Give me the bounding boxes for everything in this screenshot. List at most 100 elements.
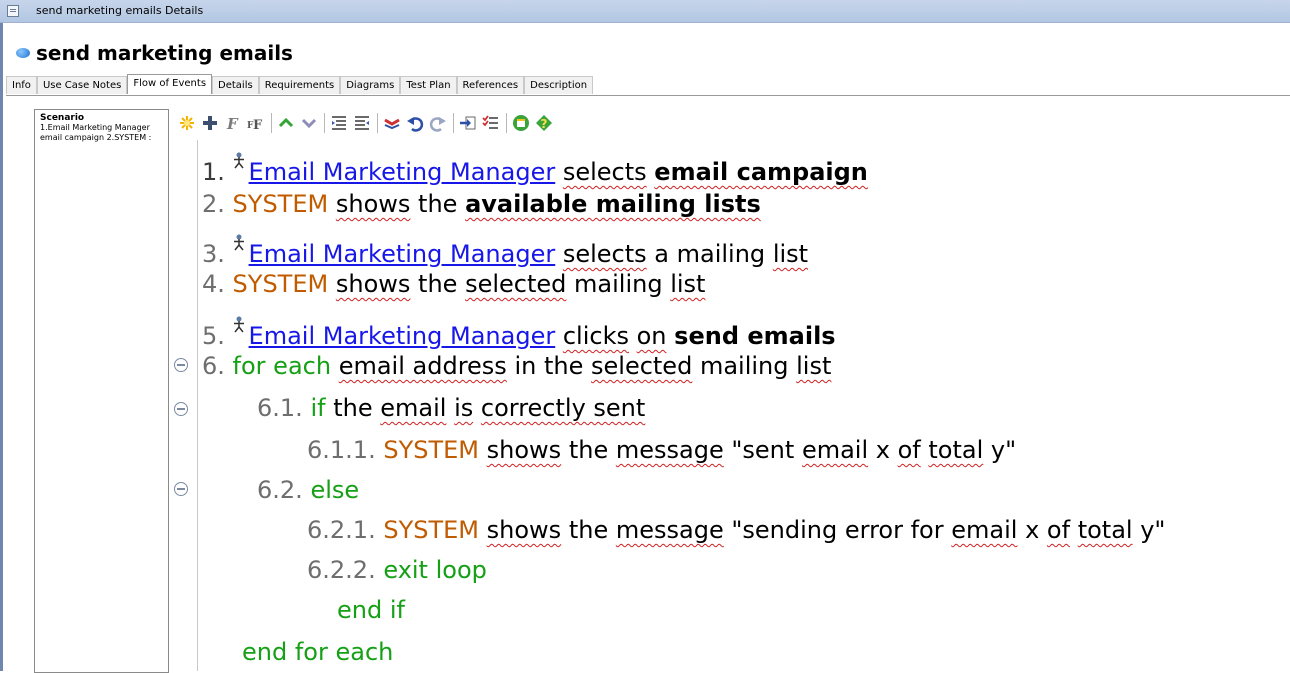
- svg-text:?: ?: [541, 117, 548, 131]
- link-icon[interactable]: [381, 112, 403, 134]
- tab-bar: Info Use Case Notes Flow of Events Detai…: [6, 74, 594, 95]
- step-number: 6.1.1.: [307, 436, 376, 464]
- step-6[interactable]: 6. for each email address in the selecte…: [202, 349, 831, 383]
- format-icon[interactable]: F: [222, 112, 244, 134]
- new-scenario-icon[interactable]: [176, 112, 198, 134]
- toolbar-separator: [506, 113, 507, 133]
- step-text: correctly sent: [480, 394, 646, 422]
- move-up-icon[interactable]: [275, 112, 297, 134]
- tab-description[interactable]: Description: [524, 76, 594, 94]
- step-2[interactable]: 2. SYSTEM shows the available mailing li…: [202, 187, 761, 221]
- step-text: of: [1046, 516, 1071, 544]
- step-text: of: [897, 436, 921, 464]
- toolbar-separator: [271, 113, 272, 133]
- import-icon[interactable]: [457, 112, 479, 134]
- step-1[interactable]: 1. Email Marketing Manager selects email…: [202, 145, 868, 189]
- preview-icon[interactable]: [510, 112, 532, 134]
- window-title: send marketing emails Details: [36, 4, 204, 17]
- tab-diagrams[interactable]: Diagrams: [340, 76, 401, 94]
- tab-test-plan[interactable]: Test Plan: [400, 76, 457, 94]
- undo-icon[interactable]: [404, 112, 426, 134]
- step-3[interactable]: 3. Email Marketing Manager selects a mai…: [202, 227, 808, 271]
- checklist-icon[interactable]: [480, 112, 502, 134]
- step-number: 6.: [202, 352, 225, 380]
- step-6-2[interactable]: 6.2. else: [257, 473, 359, 507]
- step-number: 6.1.: [257, 394, 303, 422]
- end-if-keyword: end if: [337, 596, 405, 624]
- toolbar-separator: [377, 113, 378, 133]
- outdent-icon[interactable]: [328, 112, 350, 134]
- tab-info[interactable]: Info: [6, 76, 37, 94]
- step-text: shows: [335, 270, 411, 298]
- step-text: "sending error for: [731, 516, 944, 544]
- step-text: a mailing: [654, 240, 766, 268]
- actor-link[interactable]: Email Marketing Manager: [249, 322, 556, 350]
- step-text: is: [454, 394, 474, 422]
- system-keyword: SYSTEM: [383, 516, 480, 544]
- step-number: 1.: [202, 158, 225, 186]
- step-text: selected: [465, 270, 567, 298]
- else-keyword: else: [310, 476, 360, 504]
- step-text: shows: [486, 436, 562, 464]
- end-if-line[interactable]: end if: [337, 593, 405, 627]
- step-text: message: [615, 516, 724, 544]
- scenario-list-panel[interactable]: Scenario 1.Email Marketing Manager email…: [34, 109, 169, 673]
- tab-details[interactable]: Details: [212, 76, 259, 94]
- step-text: the: [568, 436, 609, 464]
- step-text: email: [380, 394, 447, 422]
- step-text: selects: [562, 240, 647, 268]
- system-keyword: SYSTEM: [232, 270, 329, 298]
- add-step-icon[interactable]: [199, 112, 221, 134]
- end-for-each-keyword: end for each: [242, 638, 394, 666]
- actor-link[interactable]: Email Marketing Manager: [249, 240, 556, 268]
- tab-use-case-notes[interactable]: Use Case Notes: [36, 76, 128, 94]
- step-text: shows: [486, 516, 562, 544]
- step-5[interactable]: 5. Email Marketing Manager clicks on sen…: [202, 309, 836, 353]
- flow-of-events-editor[interactable]: 1. Email Marketing Manager selects email…: [172, 140, 1290, 671]
- step-text: y": [990, 436, 1017, 464]
- help-icon[interactable]: ?: [533, 112, 555, 134]
- step-text: list: [772, 240, 809, 268]
- step-number: 6.2.1.: [307, 516, 376, 544]
- step-text: in the: [514, 352, 584, 380]
- step-text: total: [1077, 516, 1133, 544]
- step-text: list: [796, 352, 832, 380]
- redo-icon[interactable]: [427, 112, 449, 134]
- move-down-icon[interactable]: [298, 112, 320, 134]
- end-for-each-line[interactable]: end for each: [242, 635, 393, 669]
- step-text: "sent: [731, 436, 795, 464]
- step-text: on: [636, 322, 667, 350]
- format-all-icon[interactable]: FF: [245, 112, 267, 134]
- tab-references[interactable]: References: [456, 76, 525, 94]
- tab-requirements[interactable]: Requirements: [258, 76, 341, 94]
- svg-text:F: F: [253, 118, 263, 132]
- scenario-item-line1[interactable]: 1.Email Marketing Manager: [35, 123, 168, 133]
- step-6-1-1[interactable]: 6.1.1. SYSTEM shows the message "sent em…: [307, 433, 1016, 467]
- step-number: 2.: [202, 190, 225, 218]
- window-document-icon: [7, 5, 19, 17]
- step-6-2-1[interactable]: 6.2.1. SYSTEM shows the message "sending…: [307, 513, 1165, 547]
- scenario-item-line2[interactable]: email campaign 2.SYSTEM :: [35, 133, 168, 143]
- window-titlebar: send marketing emails Details: [0, 0, 1290, 23]
- step-object: email campaign: [654, 158, 868, 186]
- step-text: mailing: [574, 270, 663, 298]
- step-number: 5.: [202, 322, 225, 350]
- step-6-2-2[interactable]: 6.2.2. exit loop: [307, 553, 487, 587]
- step-number: 4.: [202, 270, 225, 298]
- step-4[interactable]: 4. SYSTEM shows the selected mailing lis…: [202, 267, 705, 301]
- svg-text:F: F: [226, 115, 239, 132]
- collapse-for-each-icon[interactable]: [174, 358, 188, 372]
- step-text: selected: [591, 352, 693, 380]
- tab-flow-of-events[interactable]: Flow of Events: [127, 74, 213, 94]
- actor-link[interactable]: Email Marketing Manager: [249, 158, 556, 186]
- collapse-if-icon[interactable]: [174, 402, 188, 416]
- step-text: the: [418, 270, 458, 298]
- exit-loop-keyword: exit loop: [383, 556, 487, 584]
- indent-icon[interactable]: [351, 112, 373, 134]
- loop-keyword: for each: [232, 352, 332, 380]
- step-6-1[interactable]: 6.1. if the email is correctly sent: [257, 391, 645, 425]
- actor-icon: [233, 309, 245, 333]
- system-keyword: SYSTEM: [383, 436, 480, 464]
- collapse-else-icon[interactable]: [174, 482, 188, 496]
- use-case-icon: [16, 48, 30, 58]
